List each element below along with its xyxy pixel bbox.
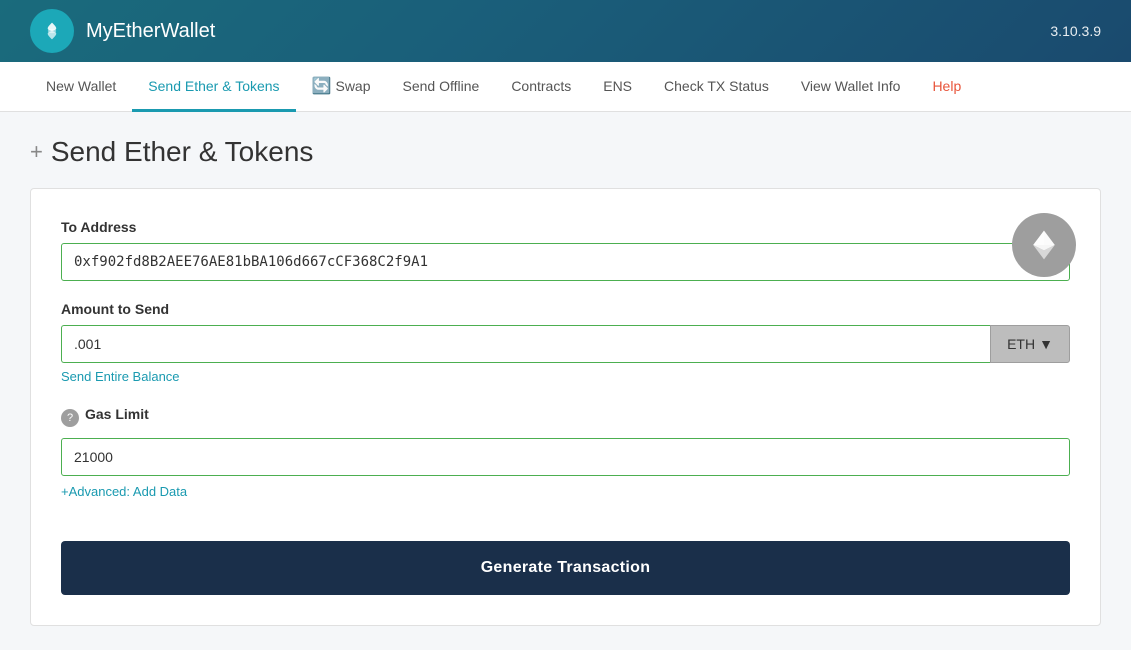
nav: New Wallet Send Ether & Tokens 🔄 Swap Se… — [0, 62, 1131, 112]
amount-row: ETH ▼ — [61, 325, 1070, 363]
nav-view-wallet-info[interactable]: View Wallet Info — [785, 62, 917, 112]
gas-limit-label: Gas Limit — [85, 406, 149, 422]
nav-check-tx-status[interactable]: Check TX Status — [648, 62, 785, 112]
amount-label: Amount to Send — [61, 301, 1070, 317]
gas-label-row: ? Gas Limit — [61, 406, 1070, 430]
gas-limit-group: ? Gas Limit +Advanced: Add Data — [61, 406, 1070, 501]
version-label: 3.10.3.9 — [1050, 23, 1101, 39]
currency-dropdown-arrow: ▼ — [1039, 336, 1053, 352]
amount-group: Amount to Send ETH ▼ Send Entire Balance — [61, 301, 1070, 386]
nav-send-offline[interactable]: Send Offline — [387, 62, 496, 112]
logo — [30, 9, 74, 53]
header-left: MyEtherWallet — [30, 9, 215, 53]
to-address-input[interactable] — [61, 243, 1070, 281]
nav-send-ether-tokens[interactable]: Send Ether & Tokens — [132, 62, 295, 112]
amount-input[interactable] — [61, 325, 990, 363]
nav-ens[interactable]: ENS — [587, 62, 648, 112]
swap-icon: 🔄 — [312, 76, 332, 96]
currency-dropdown-btn[interactable]: ETH ▼ — [990, 325, 1070, 363]
nav-new-wallet[interactable]: New Wallet — [30, 62, 132, 112]
to-address-group: To Address — [61, 219, 1070, 281]
nav-swap[interactable]: 🔄 Swap — [296, 62, 387, 112]
header: MyEtherWallet 3.10.3.9 — [0, 0, 1131, 62]
form-card: To Address Amount to Send ETH ▼ Send Ent… — [30, 188, 1101, 626]
app-name: MyEtherWallet — [86, 20, 215, 43]
nav-help[interactable]: Help — [916, 62, 977, 112]
eth-logo — [1012, 213, 1076, 277]
nav-contracts[interactable]: Contracts — [495, 62, 587, 112]
page-title-row: + Send Ether & Tokens — [30, 136, 1101, 168]
plus-icon: + — [30, 139, 43, 165]
gas-limit-input[interactable] — [61, 438, 1070, 476]
send-entire-balance-link[interactable]: Send Entire Balance — [61, 369, 180, 384]
currency-label: ETH — [1007, 336, 1035, 352]
advanced-link[interactable]: +Advanced: Add Data — [61, 484, 187, 499]
generate-transaction-button[interactable]: Generate Transaction — [61, 541, 1070, 595]
page-title: Send Ether & Tokens — [51, 136, 314, 168]
to-address-label: To Address — [61, 219, 1070, 235]
main-content: + Send Ether & Tokens To Address Amount … — [0, 112, 1131, 650]
gas-limit-help-icon[interactable]: ? — [61, 409, 79, 427]
